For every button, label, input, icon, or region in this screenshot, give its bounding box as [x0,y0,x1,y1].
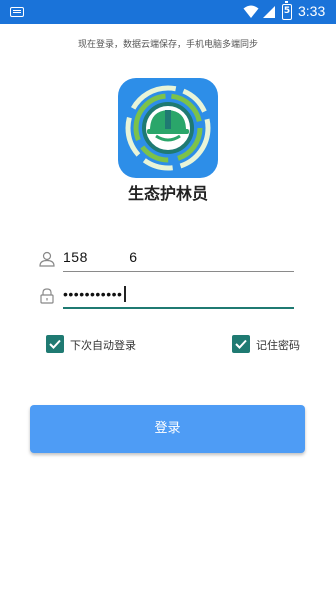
login-screen: 5 3:33 现在登录，数据云端保存，手机电脑多端同步 生态护林员 158 6 [0,0,336,600]
username-input[interactable]: 158 6 [63,249,138,265]
text-caret [124,286,126,302]
password-field[interactable]: ••••••••••• [38,283,294,309]
auto-login-label: 下次自动登录 [70,339,136,352]
user-icon [39,251,55,267]
wifi-icon [243,5,259,18]
app-name: 生态护林员 [127,184,208,203]
password-dots: ••••••••••• [63,286,123,302]
login-button[interactable]: 登录 [30,405,305,453]
remember-password-label: 记住密码 [256,339,300,352]
remember-password-checkbox[interactable] [232,335,250,353]
status-bar: 5 3:33 [0,0,336,24]
lock-icon [40,288,54,304]
username-field[interactable]: 158 6 [38,246,294,272]
signal-icon [263,6,275,18]
check-icon [49,339,61,349]
login-subtitle: 现在登录，数据云端保存，手机电脑多端同步 [77,40,258,50]
battery-icon: 5 [282,1,292,20]
check-icon [235,339,247,349]
auto-login-checkbox[interactable] [46,335,64,353]
battery-level: 5 [283,6,291,16]
password-input[interactable]: ••••••••••• [63,286,126,302]
username-underline [63,271,294,272]
keyboard-icon [10,7,24,17]
password-underline [63,307,294,309]
status-time: 3:33 [298,3,326,19]
forest-ranger-helmet-icon [118,78,218,178]
